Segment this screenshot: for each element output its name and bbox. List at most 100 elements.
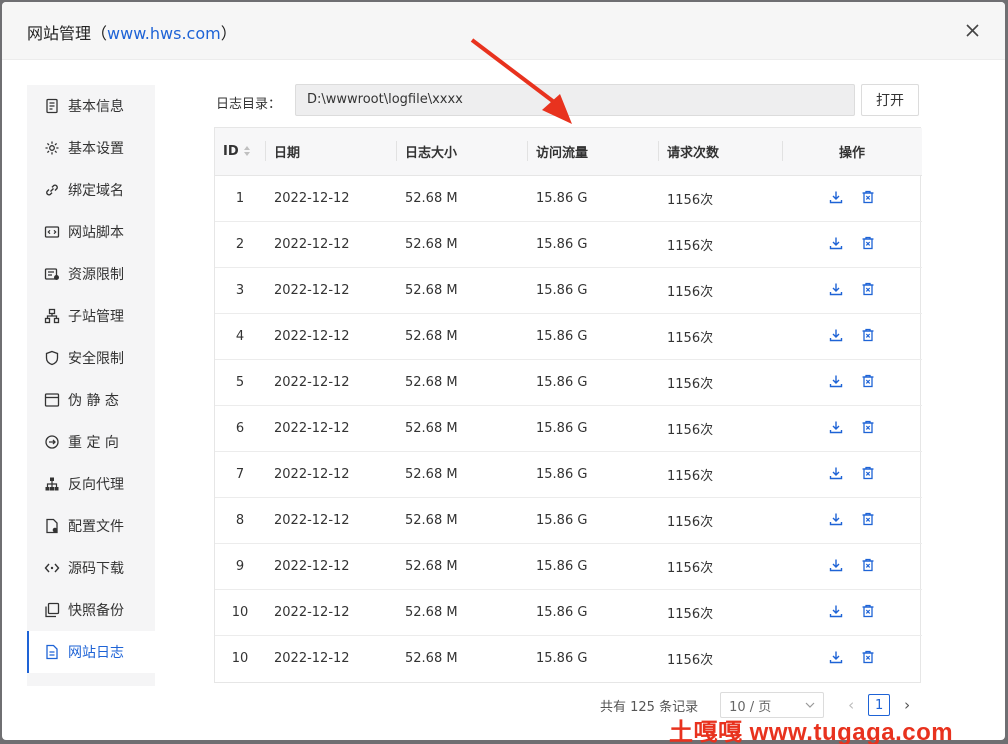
download-icon[interactable] [828,511,844,527]
download-icon[interactable] [828,235,844,251]
cell-size: 52.68 M [396,405,527,452]
table-row: 9 2022-12-12 52.68 M 15.86 G 1156次 [215,543,922,590]
cell-size: 52.68 M [396,175,527,222]
cell-date: 2022-12-12 [265,543,396,590]
sidebar-item-12[interactable]: 快照备份 [27,589,155,631]
column-header-requests: 请求次数 [658,128,782,176]
delete-icon[interactable] [860,373,876,389]
delete-icon[interactable] [860,557,876,573]
delete-icon[interactable] [860,649,876,665]
sidebar-item-4[interactable]: 资源限制 [27,253,155,295]
delete-icon[interactable] [860,235,876,251]
download-icon[interactable] [828,465,844,481]
sidebar-item-9[interactable]: 反向代理 [27,463,155,505]
column-header-ops: 操作 [782,128,922,176]
dialog-title: 网站管理（www.hws.com） [27,20,237,44]
cell-size: 52.68 M [396,451,527,498]
sidebar-item-7[interactable]: 伪 静 态 [27,379,155,421]
table-row: 8 2022-12-12 52.68 M 15.86 G 1156次 [215,497,922,544]
close-button[interactable] [961,19,983,41]
log-dir-label: 日志目录： [216,97,282,112]
cell-traffic: 15.86 G [527,543,658,590]
sidebar-item-label: 源码下载 [68,561,124,577]
cell-ops [782,497,922,544]
sidebar: 基本信息 基本设置绑定域名网站脚本资源限制子站管理 安全限制伪 静 态重 定 向反向… [27,85,155,686]
sort-icon[interactable] [243,145,251,157]
cell-id: 7 [215,451,265,498]
cell-id: 9 [215,543,265,590]
download-icon[interactable] [828,649,844,665]
column-header-traffic: 访问流量 [527,128,658,176]
cell-ops [782,635,922,681]
sidebar-item-11[interactable]: 源码下载 [27,547,155,589]
website-manage-dialog: 网站管理（www.hws.com） 基本信息 基本设置绑定域名网站脚本资源限制子站… [2,2,1005,740]
source-code-icon [44,560,60,576]
shield-icon [44,350,60,366]
cell-requests: 1156次 [658,497,782,544]
cell-id: 3 [215,267,265,314]
document-icon [44,98,60,114]
cell-requests: 1156次 [658,221,782,268]
code-icon [44,224,60,240]
table-row: 7 2022-12-12 52.68 M 15.86 G 1156次 [215,451,922,498]
sidebar-item-3[interactable]: 网站脚本 [27,211,155,253]
cell-traffic: 15.86 G [527,221,658,268]
column-header-id[interactable]: ID [215,128,265,176]
copy-icon [44,602,60,618]
cell-ops [782,267,922,314]
cell-id: 8 [215,497,265,544]
sidebar-item-6[interactable]: 安全限制 [27,337,155,379]
delete-icon[interactable] [860,603,876,619]
cell-id: 2 [215,221,265,268]
cell-size: 52.68 M [396,497,527,544]
delete-icon[interactable] [860,281,876,297]
delete-icon[interactable] [860,511,876,527]
sidebar-item-8[interactable]: 重 定 向 [27,421,155,463]
log-table: ID 日期 日志大小 访问流量 请求次数 操作 1 2022-12-12 52.68… [214,127,922,683]
sidebar-item-0[interactable]: 基本信息 [27,85,155,127]
sidebar-item-label: 重 定 向 [68,435,119,451]
sidebar-item-10[interactable]: 配置文件 [27,505,155,547]
sidebar-item-13[interactable]: 网站日志 [27,631,155,673]
sidebar-item-1[interactable]: 基本设置 [27,127,155,169]
column-header-date: 日期 [265,128,396,176]
cell-requests: 1156次 [658,451,782,498]
download-icon[interactable] [828,603,844,619]
delete-icon[interactable] [860,419,876,435]
cell-ops [782,451,922,498]
cell-date: 2022-12-12 [265,221,396,268]
cell-ops [782,221,922,268]
resource-icon [44,266,60,282]
sidebar-item-label: 快照备份 [68,603,124,619]
cell-traffic: 15.86 G [527,405,658,452]
download-icon[interactable] [828,327,844,343]
delete-icon[interactable] [860,465,876,481]
table-row: 4 2022-12-12 52.68 M 15.86 G 1156次 [215,313,922,360]
delete-icon[interactable] [860,327,876,343]
cell-traffic: 15.86 G [527,497,658,544]
download-icon[interactable] [828,557,844,573]
sidebar-item-label: 配置文件 [68,519,124,535]
cell-id: 6 [215,405,265,452]
sidebar-item-5[interactable]: 子站管理 [27,295,155,337]
download-icon[interactable] [828,373,844,389]
cell-traffic: 15.86 G [527,267,658,314]
cell-date: 2022-12-12 [265,405,396,452]
sidebar-item-2[interactable]: 绑定域名 [27,169,155,211]
cell-traffic: 15.86 G [536,650,588,666]
cell-id: 1 [215,175,265,222]
cell-requests: 1156次 [658,405,782,452]
open-button[interactable]: 打开 [861,84,919,116]
delete-icon[interactable] [860,189,876,205]
cell-traffic: 15.86 G [527,589,658,636]
redirect-icon [44,434,60,450]
sidebar-item-label: 网站脚本 [68,225,124,241]
sidebar-item-label: 资源限制 [68,267,124,283]
table-row: 3 2022-12-12 52.68 M 15.86 G 1156次 [215,267,922,314]
title-suffix: ） [220,24,237,43]
download-icon[interactable] [828,281,844,297]
download-icon[interactable] [828,189,844,205]
download-icon[interactable] [828,419,844,435]
sidebar-item-label: 绑定域名 [68,183,124,199]
sidebar-item-label: 伪 静 态 [68,393,119,409]
